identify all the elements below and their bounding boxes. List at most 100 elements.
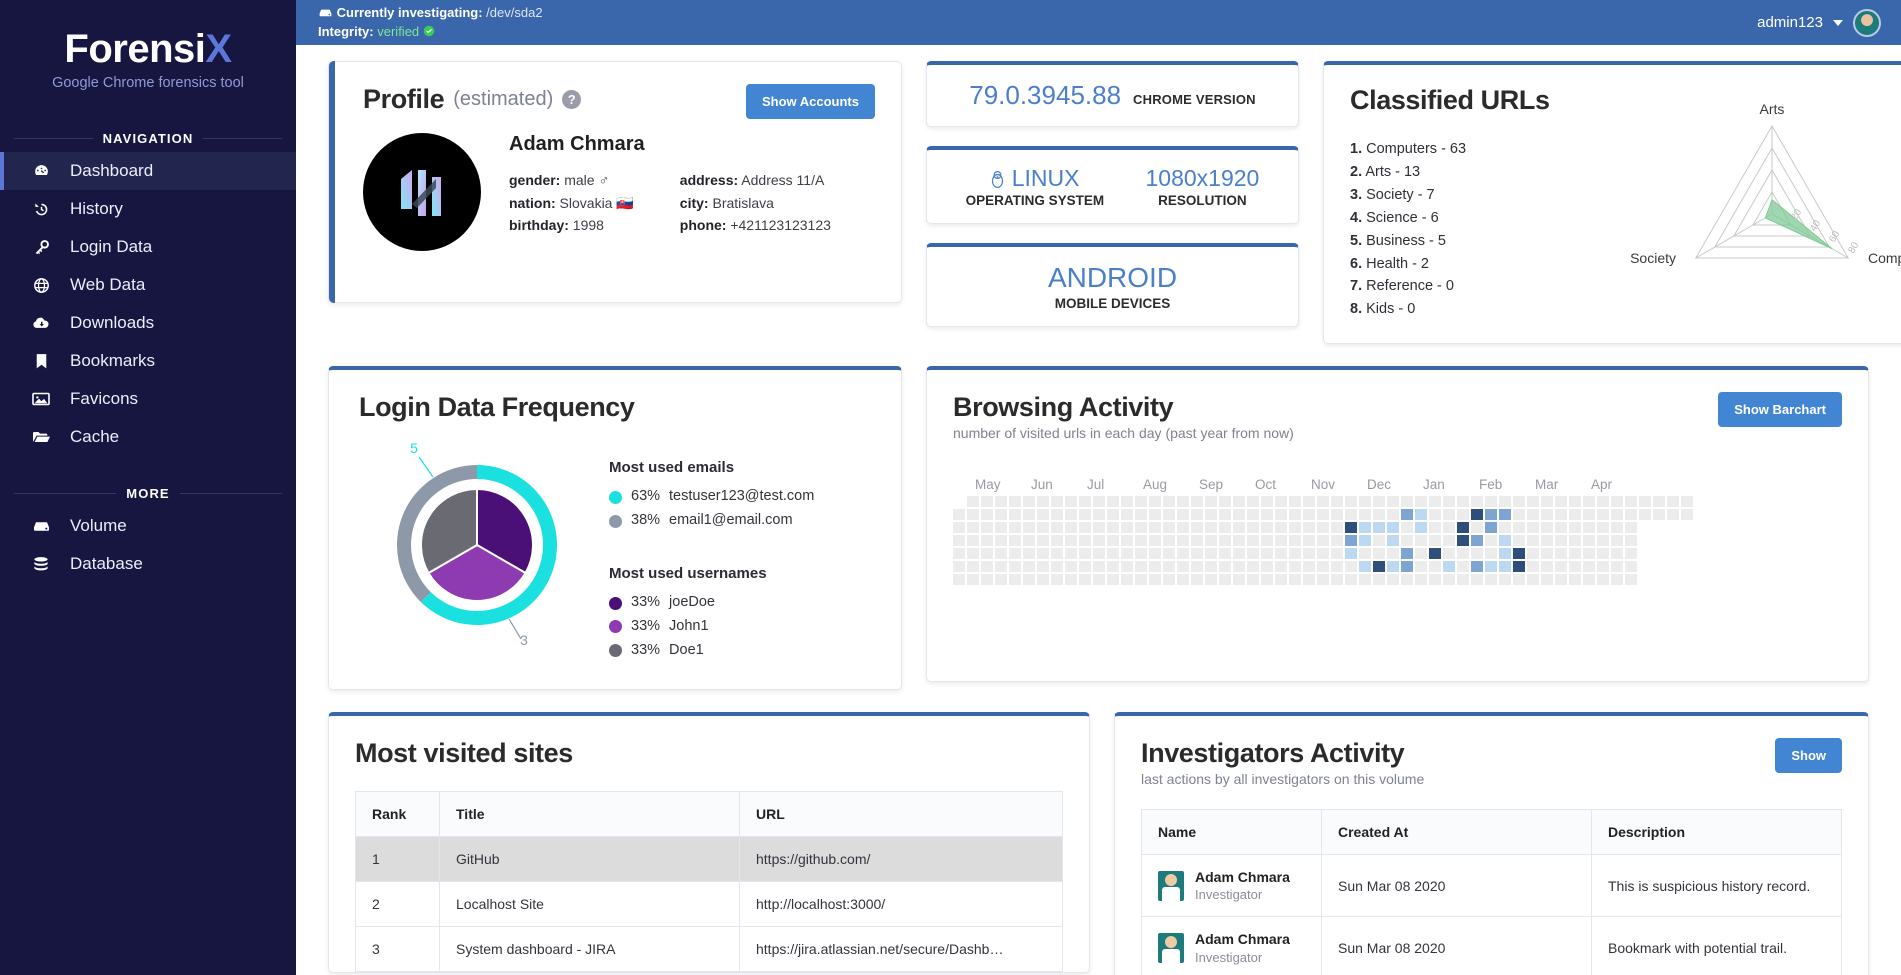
heatmap-cell[interactable]	[1359, 496, 1371, 508]
heatmap-cell[interactable]	[1499, 535, 1511, 547]
heatmap-cell[interactable]	[995, 548, 1007, 560]
heatmap-cell[interactable]	[1303, 509, 1315, 521]
heatmap-cell[interactable]	[1373, 535, 1385, 547]
heatmap-cell[interactable]	[1191, 509, 1203, 521]
column-header-description[interactable]: Description	[1591, 808, 1842, 855]
heatmap-cell[interactable]	[1457, 548, 1469, 560]
heatmap-cell[interactable]	[1163, 509, 1175, 521]
heatmap-cell[interactable]	[1163, 548, 1175, 560]
heatmap-cell[interactable]	[1443, 574, 1455, 586]
heatmap-cell[interactable]	[1513, 561, 1525, 573]
heatmap-cell[interactable]	[1247, 535, 1259, 547]
heatmap-cell[interactable]	[1513, 574, 1525, 586]
heatmap-cell[interactable]	[1177, 535, 1189, 547]
heatmap-cell[interactable]	[1317, 522, 1329, 534]
heatmap-cell[interactable]	[1681, 496, 1693, 508]
heatmap-cell[interactable]	[1555, 561, 1567, 573]
heatmap-cell[interactable]	[1261, 561, 1273, 573]
heatmap-cell[interactable]	[1009, 535, 1021, 547]
heatmap-cell[interactable]	[1177, 561, 1189, 573]
heatmap-cell[interactable]	[1331, 535, 1343, 547]
heatmap-cell[interactable]	[1135, 509, 1147, 521]
heatmap-cell[interactable]	[1205, 522, 1217, 534]
heatmap-cell[interactable]	[1177, 509, 1189, 521]
heatmap-cell[interactable]	[1555, 535, 1567, 547]
sidebar-item-login-data[interactable]: Login Data	[0, 228, 296, 266]
heatmap-cell[interactable]	[1541, 561, 1553, 573]
heatmap-cell[interactable]	[1443, 561, 1455, 573]
heatmap-cell[interactable]	[1331, 522, 1343, 534]
heatmap-cell[interactable]	[1303, 561, 1315, 573]
heatmap-cell[interactable]	[1191, 496, 1203, 508]
heatmap-cell[interactable]	[981, 548, 993, 560]
heatmap-cell[interactable]	[967, 561, 979, 573]
heatmap-cell[interactable]	[1471, 561, 1483, 573]
heatmap-cell[interactable]	[1121, 509, 1133, 521]
heatmap-cell[interactable]	[1261, 574, 1273, 586]
table-row[interactable]: Adam Chmara Investigator Sun Mar 08 2020…	[1141, 853, 1842, 918]
heatmap-cell[interactable]	[1121, 496, 1133, 508]
heatmap-cell[interactable]	[1065, 509, 1077, 521]
heatmap-cell[interactable]	[1121, 522, 1133, 534]
heatmap-cell[interactable]	[1569, 561, 1581, 573]
heatmap-cell[interactable]	[1513, 535, 1525, 547]
heatmap-cell[interactable]	[1303, 548, 1315, 560]
heatmap-cell[interactable]	[967, 509, 979, 521]
heatmap-cell[interactable]	[1471, 548, 1483, 560]
heatmap-cell[interactable]	[1135, 522, 1147, 534]
heatmap-cell[interactable]	[1289, 522, 1301, 534]
help-icon[interactable]: ?	[562, 90, 582, 109]
sidebar-item-history[interactable]: History	[0, 190, 296, 228]
heatmap-cell[interactable]	[981, 561, 993, 573]
heatmap-cell[interactable]	[1331, 574, 1343, 586]
heatmap-cell[interactable]	[1345, 535, 1357, 547]
heatmap-cell[interactable]	[1611, 509, 1623, 521]
heatmap-cell[interactable]	[1219, 561, 1231, 573]
heatmap-cell[interactable]	[1247, 496, 1259, 508]
heatmap-cell[interactable]	[1093, 548, 1105, 560]
heatmap-cell[interactable]	[1457, 496, 1469, 508]
heatmap-cell[interactable]	[1471, 535, 1483, 547]
sidebar-item-favicons[interactable]: Favicons	[0, 380, 296, 418]
heatmap-cell[interactable]	[1163, 496, 1175, 508]
heatmap-cell[interactable]	[1345, 496, 1357, 508]
heatmap-cell[interactable]	[1247, 548, 1259, 560]
heatmap-cell[interactable]	[1261, 535, 1273, 547]
heatmap-cell[interactable]	[1345, 574, 1357, 586]
heatmap-cell[interactable]	[1415, 535, 1427, 547]
heatmap-cell[interactable]	[953, 509, 965, 521]
heatmap-cell[interactable]	[1597, 561, 1609, 573]
heatmap-cell[interactable]	[1289, 496, 1301, 508]
sidebar-item-web-data[interactable]: Web Data	[0, 266, 296, 304]
heatmap-cell[interactable]	[1387, 535, 1399, 547]
heatmap-cell[interactable]	[1569, 509, 1581, 521]
heatmap-cell[interactable]	[1429, 509, 1441, 521]
heatmap-cell[interactable]	[1205, 535, 1217, 547]
heatmap-cell[interactable]	[1527, 561, 1539, 573]
heatmap-cell[interactable]	[1625, 509, 1637, 521]
heatmap-cell[interactable]	[1275, 574, 1287, 586]
heatmap-cell[interactable]	[1233, 496, 1245, 508]
heatmap-cell[interactable]	[1373, 561, 1385, 573]
heatmap-cell[interactable]	[1261, 509, 1273, 521]
heatmap-cell[interactable]	[1023, 561, 1035, 573]
sidebar-item-volume[interactable]: Volume	[0, 507, 296, 545]
heatmap-cell[interactable]	[1373, 522, 1385, 534]
heatmap-cell[interactable]	[1457, 522, 1469, 534]
heatmap-cell[interactable]	[1177, 574, 1189, 586]
heatmap-cell[interactable]	[1625, 496, 1637, 508]
heatmap-cell[interactable]	[1093, 535, 1105, 547]
heatmap-cell[interactable]	[1107, 535, 1119, 547]
heatmap-cell[interactable]	[1653, 509, 1665, 521]
heatmap-cell[interactable]	[1051, 522, 1063, 534]
heatmap-cell[interactable]	[1457, 561, 1469, 573]
heatmap-cell[interactable]	[1317, 561, 1329, 573]
heatmap-cell[interactable]	[1065, 535, 1077, 547]
heatmap-cell[interactable]	[1275, 548, 1287, 560]
heatmap-cell[interactable]	[1611, 535, 1623, 547]
heatmap-cell[interactable]	[1289, 561, 1301, 573]
heatmap-cell[interactable]	[1499, 574, 1511, 586]
heatmap-cell[interactable]	[1485, 522, 1497, 534]
heatmap-cell[interactable]	[1653, 496, 1665, 508]
heatmap-cell[interactable]	[1037, 548, 1049, 560]
